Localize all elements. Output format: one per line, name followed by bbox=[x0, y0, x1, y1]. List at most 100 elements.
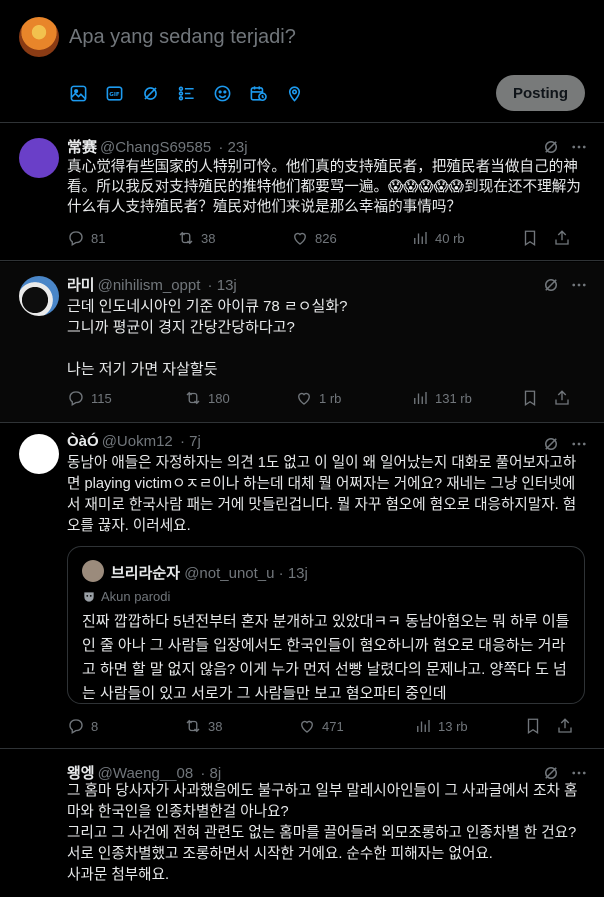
gif-icon[interactable]: GIF bbox=[105, 82, 141, 104]
share-button[interactable] bbox=[553, 229, 571, 247]
tweet-text: 동남아 애들은 자정하자는 의견 1도 없고 이 일이 왜 일어났는지 대화로 … bbox=[67, 455, 577, 534]
author-name: 브리라순자 bbox=[111, 565, 181, 582]
views-icon bbox=[414, 392, 427, 404]
grok-icon[interactable] bbox=[542, 138, 560, 156]
heart-icon bbox=[301, 720, 313, 733]
reply-button[interactable]: 115 bbox=[67, 389, 184, 407]
like-button[interactable]: 826 bbox=[291, 229, 411, 247]
svg-text:GIF: GIF bbox=[109, 91, 120, 97]
author-handle[interactable]: @Uokm12 bbox=[102, 433, 173, 450]
timestamp: 13j bbox=[287, 565, 308, 582]
timestamp[interactable]: 7j bbox=[189, 433, 201, 450]
reply-button[interactable]: 8 bbox=[67, 717, 184, 735]
share-button[interactable] bbox=[553, 389, 571, 407]
timestamp[interactable]: 13j bbox=[217, 277, 237, 294]
tweet-header: ÒàÓ @Uokm12 · 7j bbox=[67, 433, 588, 453]
tweet-actions: 115 180 1 rb 131 rb bbox=[67, 388, 588, 408]
views-count: 131 rb bbox=[435, 390, 472, 406]
timestamp[interactable]: 8j bbox=[210, 765, 222, 782]
more-icon[interactable] bbox=[570, 138, 588, 156]
post-composer: Apa yang sedang terjadi? GIF Posting bbox=[0, 0, 604, 123]
tweet[interactable]: 라미 @nihilism_oppt · 13j 근데 인도네시아인 기준 아이큐 … bbox=[0, 262, 604, 423]
bookmark-icon bbox=[524, 390, 536, 407]
avatar[interactable] bbox=[19, 276, 59, 316]
repost-button[interactable]: 38 bbox=[177, 229, 291, 247]
poll-icon[interactable] bbox=[177, 82, 213, 104]
timestamp[interactable]: 23j bbox=[228, 139, 248, 156]
reply-count: 81 bbox=[91, 230, 106, 246]
tweet-header: 라미 @nihilism_oppt · 13j bbox=[67, 274, 588, 294]
author-handle: @not_unot_u bbox=[184, 565, 275, 582]
views-count: 13 rb bbox=[438, 718, 468, 734]
avatar bbox=[82, 560, 104, 582]
like-count: 471 bbox=[322, 718, 344, 734]
grok-icon[interactable] bbox=[141, 82, 177, 104]
reply-icon bbox=[69, 391, 83, 406]
tweet-actions: 81 38 826 40 rb bbox=[67, 228, 588, 248]
post-button[interactable]: Posting bbox=[496, 75, 585, 111]
repost-icon bbox=[179, 231, 193, 245]
more-icon[interactable] bbox=[570, 276, 588, 294]
more-icon[interactable] bbox=[570, 435, 588, 453]
grok-icon[interactable] bbox=[542, 435, 560, 453]
tweet-text: 근데 인도네시아인 기준 아이큐 78 ㄹㅇ실화? 그니까 평균이 경지 간당간… bbox=[67, 298, 348, 378]
views-button[interactable]: 13 rb bbox=[414, 717, 524, 735]
grok-icon[interactable] bbox=[542, 764, 560, 782]
quoted-tweet[interactable]: 브리라순자 @not_unot_u · 13j Akun parodi 진짜 깝… bbox=[67, 546, 585, 704]
share-icon bbox=[555, 390, 569, 405]
reply-icon bbox=[69, 231, 83, 246]
reply-icon bbox=[69, 719, 83, 734]
quoted-tweet-header: 브리라순자 @not_unot_u · 13j bbox=[111, 565, 308, 582]
tweet-actions: 8 38 471 13 rb bbox=[67, 716, 588, 736]
author-name[interactable]: 라미 bbox=[67, 277, 95, 294]
schedule-icon[interactable] bbox=[249, 82, 285, 104]
avatar[interactable] bbox=[19, 434, 59, 474]
parody-mask-icon bbox=[84, 591, 94, 602]
author-name[interactable]: 常赛 bbox=[67, 139, 97, 156]
author-name[interactable]: 왱엥 bbox=[67, 765, 95, 782]
bookmark-button[interactable] bbox=[521, 229, 553, 247]
tweet-header: 왱엥 @Waeng__08 · 8j bbox=[67, 762, 588, 782]
repost-icon bbox=[186, 391, 200, 405]
repost-count: 38 bbox=[208, 718, 223, 734]
author-handle[interactable]: @ChangS69585 bbox=[100, 139, 211, 156]
share-icon bbox=[558, 718, 572, 733]
views-icon bbox=[417, 720, 430, 732]
reply-count: 8 bbox=[91, 718, 99, 734]
views-count: 40 rb bbox=[435, 230, 465, 246]
quoted-tweet-text: 진짜 깝깝하다 5년전부터 혼자 분개하고 있았대ㅋㅋ 동남아혐오는 뭐 하루 … bbox=[82, 613, 570, 702]
parody-label: Akun parodi bbox=[82, 589, 170, 604]
like-button[interactable]: 1 rb bbox=[295, 389, 411, 407]
composer-toolbar: GIF bbox=[69, 82, 321, 104]
more-icon[interactable] bbox=[570, 764, 588, 782]
location-icon[interactable] bbox=[285, 82, 321, 104]
like-count: 826 bbox=[315, 230, 337, 246]
avatar[interactable] bbox=[19, 17, 59, 57]
heart-icon bbox=[298, 392, 310, 405]
emoji-icon[interactable] bbox=[213, 82, 249, 104]
share-button[interactable] bbox=[556, 717, 574, 735]
views-button[interactable]: 40 rb bbox=[411, 229, 521, 247]
repost-button[interactable]: 38 bbox=[184, 717, 298, 735]
image-icon[interactable] bbox=[69, 82, 105, 104]
repost-button[interactable]: 180 bbox=[184, 389, 295, 407]
repost-count: 38 bbox=[201, 230, 216, 246]
views-button[interactable]: 131 rb bbox=[411, 389, 521, 407]
like-button[interactable]: 471 bbox=[298, 717, 414, 735]
tweet-text: 그 홈마 당사자가 사과했음에도 불구하고 일부 말레시아인들이 그 사과글에서… bbox=[67, 783, 578, 883]
author-handle[interactable]: @Waeng__08 bbox=[98, 765, 194, 782]
avatar[interactable] bbox=[19, 138, 59, 178]
reply-count: 115 bbox=[91, 390, 112, 406]
tweet[interactable]: 왱엥 @Waeng__08 · 8j 그 홈마 당사자가 사과했음에도 불구하고 … bbox=[0, 750, 604, 897]
compose-input[interactable]: Apa yang sedang terjadi? bbox=[69, 26, 296, 49]
heart-icon bbox=[294, 232, 306, 245]
views-icon bbox=[414, 232, 427, 244]
author-name[interactable]: ÒàÓ bbox=[67, 433, 99, 450]
reply-button[interactable]: 81 bbox=[67, 229, 177, 247]
grok-icon[interactable] bbox=[542, 276, 560, 294]
author-handle[interactable]: @nihilism_oppt bbox=[98, 277, 201, 294]
like-count: 1 rb bbox=[319, 390, 342, 406]
bookmark-button[interactable] bbox=[524, 717, 556, 735]
tweet[interactable]: 常赛 @ChangS69585 · 23j 真心觉得有些国家的人特别可怜。他们真的… bbox=[0, 124, 604, 261]
bookmark-button[interactable] bbox=[521, 389, 553, 407]
